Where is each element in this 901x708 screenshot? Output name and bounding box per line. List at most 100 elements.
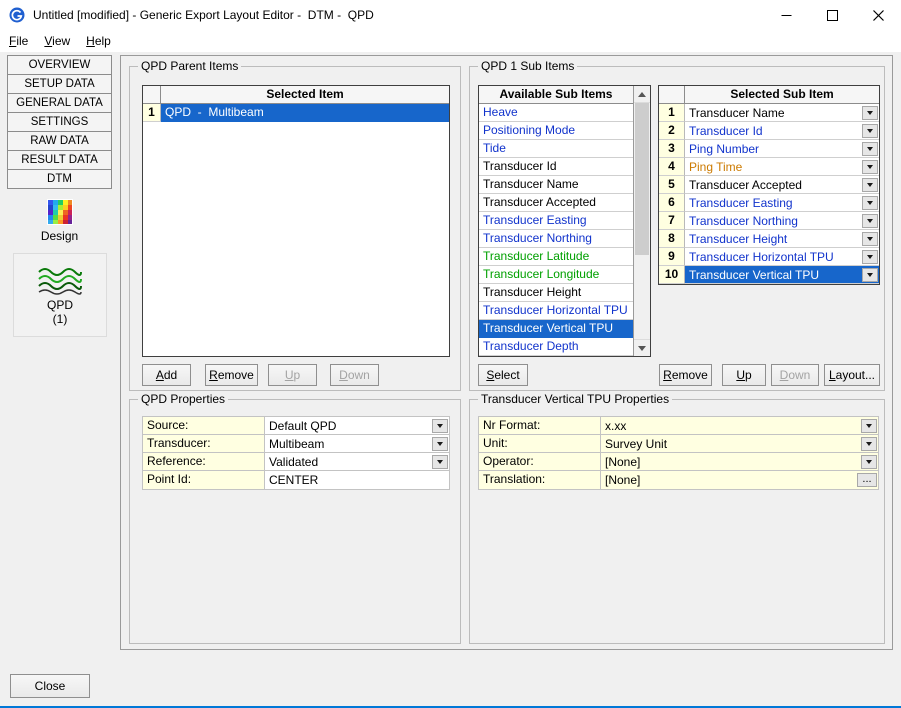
property-value[interactable]: Default QPD ... [265, 417, 449, 434]
down-sub-button: Down [771, 364, 819, 386]
property-value[interactable]: CENTER ... [265, 471, 449, 489]
dropdown-arrow-icon[interactable] [862, 214, 878, 228]
scroll-up-icon[interactable] [634, 86, 650, 103]
available-sub-item[interactable]: Transducer Northing [479, 230, 633, 248]
available-sub-item[interactable]: Transducer Id [479, 158, 633, 176]
parent-item-cell[interactable]: QPD - Multibeam [161, 104, 449, 122]
tpu-properties-grid: Nr Format: x.xx ... Unit: Survey Unit [478, 416, 879, 490]
available-sub-item[interactable]: Transducer Depth [479, 338, 633, 356]
menu-help[interactable]: Help [79, 30, 118, 52]
sidebar-button[interactable]: OVERVIEW [7, 55, 112, 75]
select-button[interactable]: Select [478, 364, 528, 386]
dropdown-arrow-icon[interactable] [432, 437, 448, 451]
app-window: Untitled [modified] - Generic Export Lay… [0, 0, 901, 708]
qpd-properties-grid: Source: Default QPD ... Transducer: Mul [142, 416, 450, 490]
dropdown-arrow-icon[interactable] [862, 142, 878, 156]
row-number-cell: 2 [659, 122, 685, 140]
selected-sub-item-row: 3 Ping Number [659, 140, 879, 158]
minimize-icon[interactable] [763, 0, 809, 30]
group-qpd-parent-items: QPD Parent Items Selected Item 1 QPD - M… [129, 66, 461, 391]
property-value[interactable]: [None] ... [601, 453, 878, 470]
dropdown-arrow-icon[interactable] [432, 455, 448, 469]
property-value[interactable]: Multibeam ... [265, 435, 449, 452]
property-value[interactable]: [None] ... [601, 471, 878, 489]
column-header-selected-sub-item: Selected Sub Item [685, 86, 879, 103]
scroll-down-icon[interactable] [634, 339, 650, 356]
property-value[interactable]: Validated ... [265, 453, 449, 470]
property-label: Unit: [479, 435, 601, 452]
dropdown-arrow-icon[interactable] [861, 437, 877, 451]
dropdown-arrow-icon[interactable] [861, 455, 877, 469]
sidebar-button[interactable]: SETTINGS [7, 112, 112, 132]
available-sub-item[interactable]: Transducer Horizontal TPU [479, 302, 633, 320]
selected-sub-item-cell[interactable]: Transducer Height [685, 230, 879, 248]
selected-sub-item-row: 9 Transducer Horizontal TPU [659, 248, 879, 266]
selected-sub-item-row: 6 Transducer Easting [659, 194, 879, 212]
selected-sub-item-cell[interactable]: Transducer Name [685, 104, 879, 122]
layout-button[interactable]: Layout... [824, 364, 880, 386]
selected-sub-item-cell[interactable]: Ping Number [685, 140, 879, 158]
available-sub-item[interactable]: Transducer Latitude [479, 248, 633, 266]
selected-sub-item-cell[interactable]: Ping Time [685, 158, 879, 176]
sidebar-button[interactable]: RAW DATA [7, 131, 112, 151]
ellipsis-button[interactable]: ... [857, 473, 877, 487]
main-panel: QPD Parent Items Selected Item 1 QPD - M… [120, 55, 893, 650]
selected-sub-item-row: 2 Transducer Id [659, 122, 879, 140]
remove-button[interactable]: Remove [205, 364, 258, 386]
selected-sub-item-cell[interactable]: Transducer Id [685, 122, 879, 140]
selected-sub-item-cell[interactable]: Transducer Accepted [685, 176, 879, 194]
dropdown-arrow-icon[interactable] [862, 268, 878, 282]
add-button[interactable]: Add [142, 364, 191, 386]
dropdown-arrow-icon[interactable] [861, 419, 877, 433]
available-sub-item[interactable]: Transducer Height [479, 284, 633, 302]
available-sub-item[interactable]: Transducer Vertical TPU [479, 320, 633, 338]
available-sub-item[interactable]: Transducer Accepted [479, 194, 633, 212]
menu-view[interactable]: View [37, 30, 77, 52]
dropdown-arrow-icon[interactable] [862, 178, 878, 192]
property-row: Operator: [None] ... [479, 453, 878, 471]
property-label: Point Id: [143, 471, 265, 489]
selected-sub-item-row: 10 Transducer Vertical TPU [659, 266, 879, 284]
sidebar-button[interactable]: GENERAL DATA [7, 93, 112, 113]
available-sub-item[interactable]: Transducer Longitude [479, 266, 633, 284]
property-value[interactable]: Survey Unit ... [601, 435, 878, 452]
available-sub-item[interactable]: Heave [479, 104, 633, 122]
sidebar-button[interactable]: RESULT DATA [7, 150, 112, 170]
available-sub-item[interactable]: Tide [479, 140, 633, 158]
window-title: Untitled [modified] - Generic Export Lay… [33, 8, 374, 22]
available-sub-item[interactable]: Transducer Easting [479, 212, 633, 230]
selected-sub-item-cell[interactable]: Transducer Easting [685, 194, 879, 212]
available-sub-item[interactable]: Positioning Mode [479, 122, 633, 140]
available-sub-item[interactable]: Transducer Name [479, 176, 633, 194]
sidebar-item-qpd[interactable]: QPD (1) [13, 253, 107, 337]
dropdown-arrow-icon[interactable] [862, 232, 878, 246]
qpd-count: (1) [53, 312, 68, 326]
up-sub-button[interactable]: Up [722, 364, 766, 386]
dropdown-arrow-icon[interactable] [862, 106, 878, 120]
sidebar-button[interactable]: DTM [7, 169, 112, 189]
selected-sub-item-cell[interactable]: Transducer Northing [685, 212, 879, 230]
down-button: Down [330, 364, 379, 386]
dropdown-arrow-icon[interactable] [862, 250, 878, 264]
scrollbar-thumb[interactable] [635, 103, 649, 255]
selected-sub-item-cell[interactable]: Transducer Horizontal TPU [685, 248, 879, 266]
dropdown-arrow-icon[interactable] [862, 160, 878, 174]
parent-items-table: Selected Item 1 QPD - Multibeam [142, 85, 450, 357]
remove-sub-button[interactable]: Remove [659, 364, 712, 386]
dropdown-arrow-icon[interactable] [862, 196, 878, 210]
close-button[interactable]: Close [10, 674, 90, 698]
maximize-icon[interactable] [809, 0, 855, 30]
menu-file[interactable]: File [2, 30, 35, 52]
property-value[interactable]: x.xx ... [601, 417, 878, 434]
sidebar-button[interactable]: SETUP DATA [7, 74, 112, 94]
sidebar-item-design[interactable]: Design [7, 199, 112, 243]
selected-sub-item-row: 4 Ping Time [659, 158, 879, 176]
dropdown-arrow-icon[interactable] [432, 419, 448, 433]
dropdown-arrow-icon[interactable] [862, 124, 878, 138]
property-row: Source: Default QPD ... [143, 417, 449, 435]
group-title: QPD 1 Sub Items [478, 59, 577, 73]
property-label: Operator: [479, 453, 601, 470]
selected-sub-item-cell[interactable]: Transducer Vertical TPU [685, 266, 879, 284]
scrollbar[interactable] [633, 86, 650, 356]
close-window-icon[interactable] [855, 0, 901, 30]
